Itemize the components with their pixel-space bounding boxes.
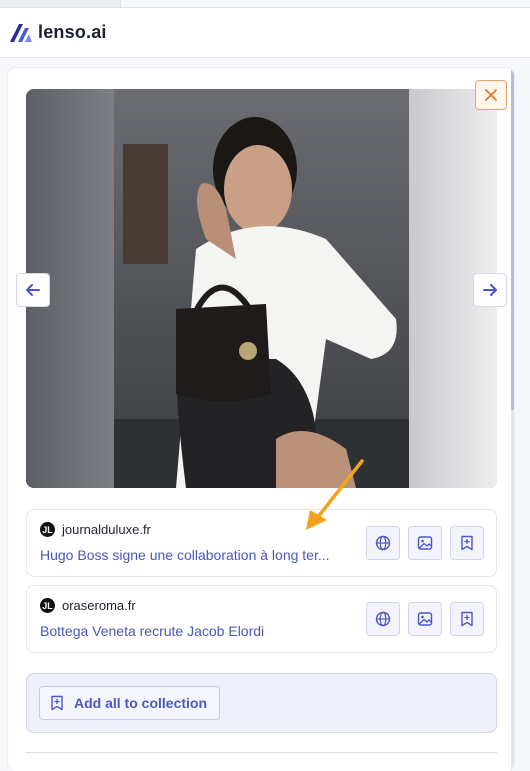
result-title-link[interactable]: Hugo Boss signe une collaboration à long… — [40, 547, 355, 563]
collection-panel: Add all to collection — [26, 673, 497, 733]
lenso-logo-icon — [10, 23, 32, 42]
bookmark-plus-icon — [461, 535, 473, 551]
scrollbar-thumb[interactable] — [511, 70, 514, 410]
globe-icon — [375, 535, 391, 551]
view-image-button[interactable] — [408, 526, 442, 560]
site-name: oraseroma.fr — [62, 598, 136, 613]
app-header: lenso.ai — [0, 8, 530, 58]
image-icon — [417, 612, 433, 626]
add-all-to-collection-button[interactable]: Add all to collection — [39, 686, 221, 720]
browser-tab[interactable] — [120, 0, 530, 7]
site-favicon-icon: JL — [40, 522, 55, 537]
brand-name: lenso.ai — [38, 22, 107, 42]
next-image-button[interactable] — [473, 273, 507, 307]
browser-tab-strip — [0, 0, 530, 8]
card-actions — [366, 602, 484, 636]
site-favicon-icon: JL — [40, 598, 55, 613]
save-to-collection-button[interactable] — [450, 602, 484, 636]
card-actions — [366, 526, 484, 560]
arrow-left-icon — [26, 284, 40, 296]
open-website-button[interactable] — [366, 526, 400, 560]
result-title-link[interactable]: Bottega Veneta recrute Jacob Elordi — [40, 623, 355, 639]
fashion-photo — [26, 89, 497, 488]
arrow-right-icon — [483, 284, 497, 296]
panel-scrollbar[interactable] — [511, 68, 514, 771]
open-website-button[interactable] — [366, 602, 400, 636]
view-image-button[interactable] — [408, 602, 442, 636]
close-icon — [485, 89, 497, 101]
result-card[interactable]: JL journalduluxe.fr Hugo Boss signe une … — [26, 509, 497, 577]
site-name: journalduluxe.fr — [62, 522, 151, 537]
result-card[interactable]: JL oraseroma.fr Bottega Veneta recrute J… — [26, 585, 497, 653]
source-row: JL journalduluxe.fr — [40, 522, 151, 537]
add-all-label: Add all to collection — [74, 695, 208, 711]
annotation-arrow-icon — [306, 459, 364, 530]
previous-image-button[interactable] — [16, 273, 50, 307]
bookmark-plus-icon — [461, 611, 473, 627]
image-icon — [417, 536, 433, 550]
save-to-collection-button[interactable] — [450, 526, 484, 560]
logo[interactable]: lenso.ai — [10, 22, 107, 43]
result-image — [26, 89, 497, 488]
divider — [26, 752, 497, 753]
bookmark-plus-icon — [51, 695, 63, 711]
result-detail-panel: JL journalduluxe.fr Hugo Boss signe une … — [8, 68, 514, 771]
globe-icon — [375, 611, 391, 627]
close-button[interactable] — [475, 80, 507, 110]
source-row: JL oraseroma.fr — [40, 598, 136, 613]
